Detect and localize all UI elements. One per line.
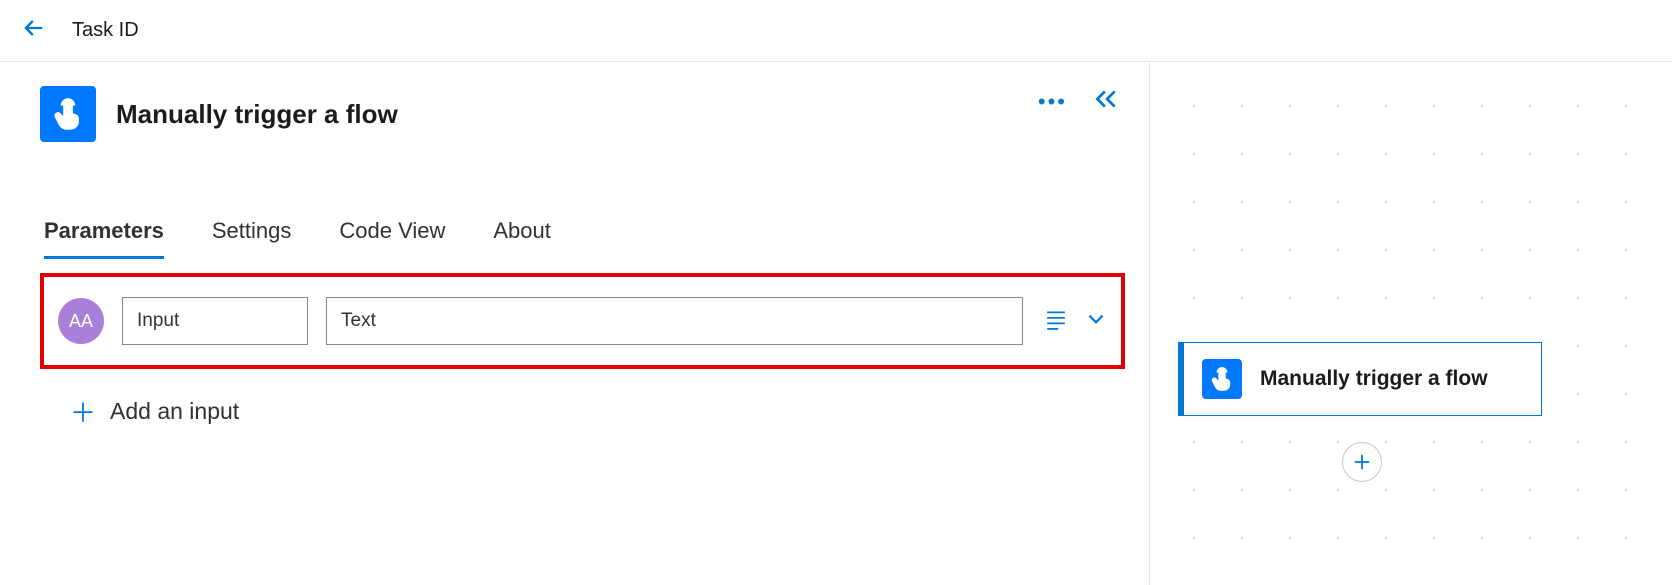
canvas-card-label: Manually trigger a flow [1260,365,1488,393]
panel-actions: ••• [1038,88,1119,115]
input-row-highlight: AA [40,273,1125,369]
tab-about[interactable]: About [493,212,551,259]
page-title: Task ID [72,19,139,42]
add-input-label: Add an input [110,398,239,425]
canvas-trigger-card[interactable]: Manually trigger a flow [1178,342,1542,416]
tab-bar: Parameters Settings Code View About [44,212,1125,259]
input-value-field[interactable] [326,297,1023,345]
add-step-button[interactable] [1342,442,1382,482]
back-arrow-icon[interactable] [20,14,48,47]
top-bar: Task ID [0,0,1672,62]
more-options-icon[interactable]: ••• [1038,89,1067,115]
collapse-panel-icon[interactable] [1093,88,1119,115]
flow-canvas[interactable]: Manually trigger a flow [1150,62,1672,585]
config-panel: Manually trigger a flow ••• Parameters S… [0,62,1150,585]
text-type-badge-icon: AA [58,298,104,344]
dynamic-content-icon[interactable] [1045,308,1067,335]
trigger-touch-icon [40,86,96,142]
tab-parameters[interactable]: Parameters [44,212,164,259]
chevron-down-icon[interactable] [1085,308,1107,335]
trigger-touch-icon [1202,359,1242,399]
tab-code-view[interactable]: Code View [339,212,445,259]
add-input-button[interactable]: ＋ Add an input [70,393,1125,430]
plus-icon: ＋ [70,393,96,430]
input-name-field[interactable] [122,297,308,345]
panel-title: Manually trigger a flow [116,99,398,130]
main-area: Manually trigger a flow ••• Parameters S… [0,62,1672,585]
panel-header: Manually trigger a flow [40,86,1125,142]
tab-settings[interactable]: Settings [212,212,292,259]
